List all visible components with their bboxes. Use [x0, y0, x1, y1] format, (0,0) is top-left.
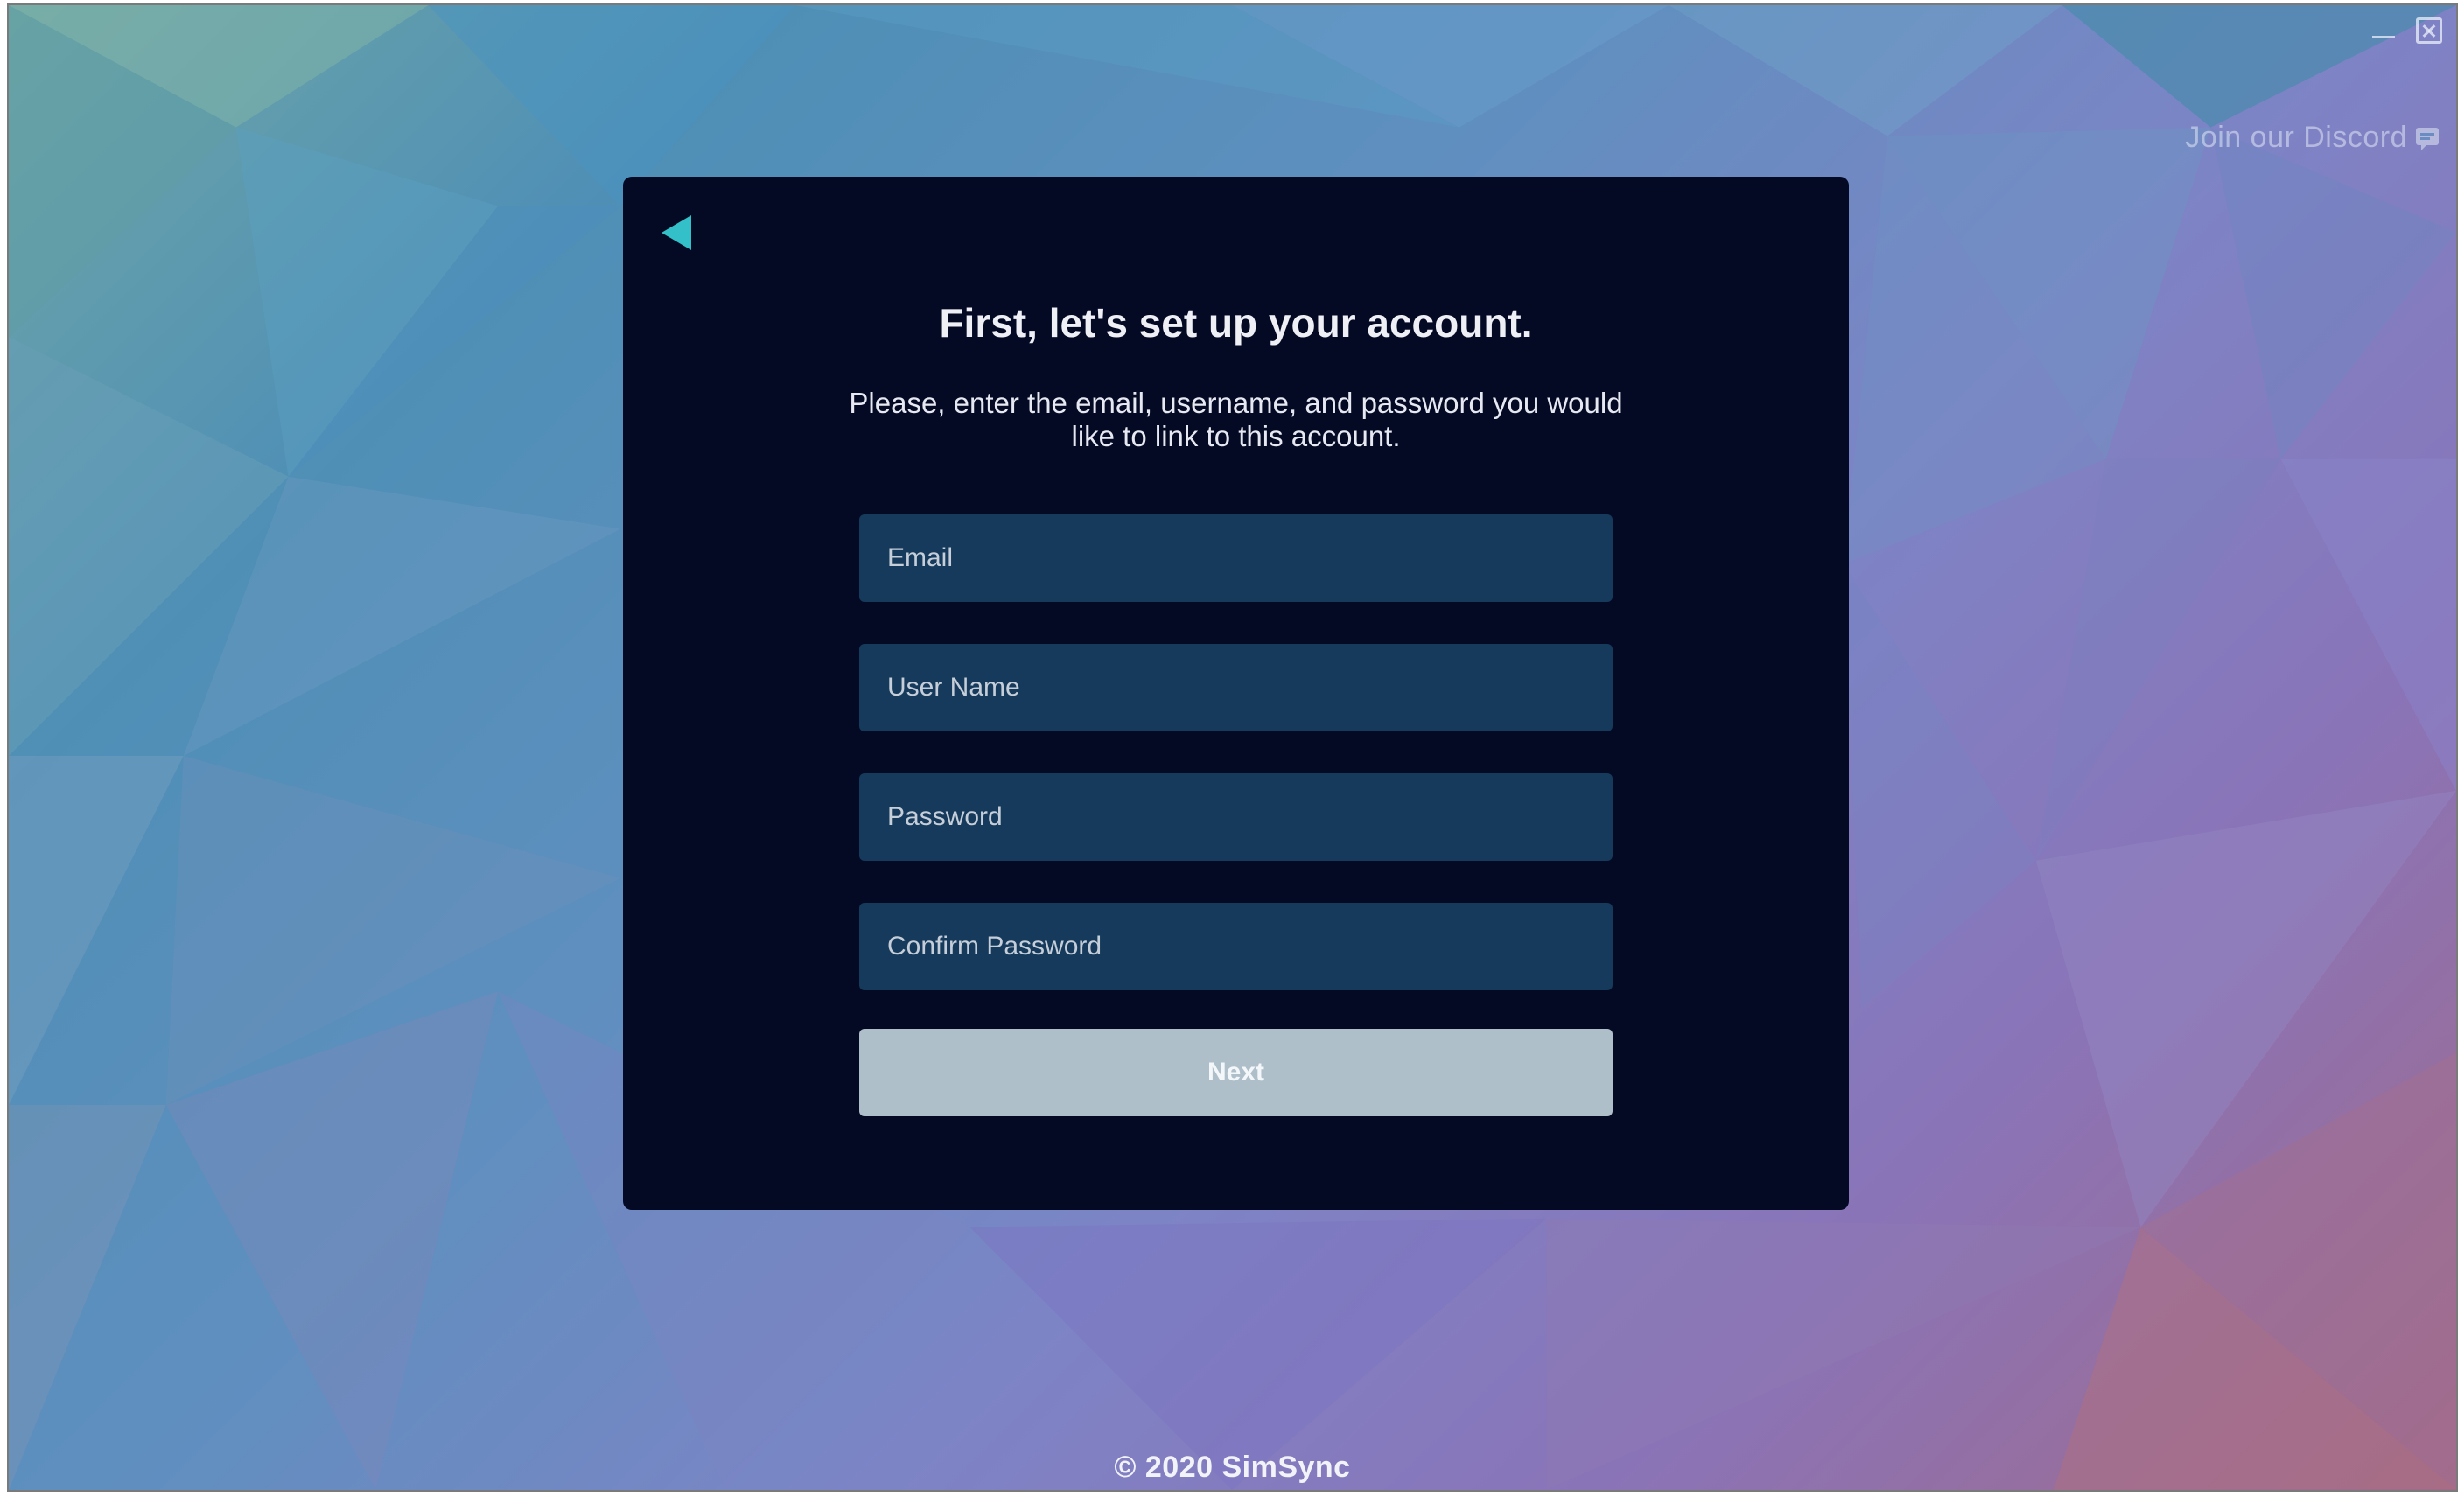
discord-link-label: Join our Discord	[2185, 121, 2407, 154]
close-icon[interactable]	[2416, 17, 2442, 44]
password-field[interactable]	[859, 773, 1613, 861]
window-controls	[2370, 17, 2442, 44]
discord-chat-icon	[2414, 125, 2440, 151]
discord-link[interactable]: Join our Discord	[2185, 121, 2440, 155]
page-subtitle: Please, enter the email, username, and p…	[849, 387, 1623, 452]
back-arrow-icon[interactable]	[656, 212, 695, 254]
copyright-footer: © 2020 SimSync	[1114, 1451, 1351, 1484]
account-setup-card: First, let's set up your account. Please…	[623, 177, 1849, 1210]
minimize-icon[interactable]	[2370, 17, 2397, 44]
username-field[interactable]	[859, 644, 1613, 731]
confirm-password-field[interactable]	[859, 903, 1613, 990]
app-window: Join our Discord First, let's set up you…	[7, 3, 2458, 1492]
email-field[interactable]	[859, 514, 1613, 602]
page-title: First, let's set up your account.	[939, 300, 1533, 346]
next-button[interactable]: Next	[859, 1029, 1613, 1116]
